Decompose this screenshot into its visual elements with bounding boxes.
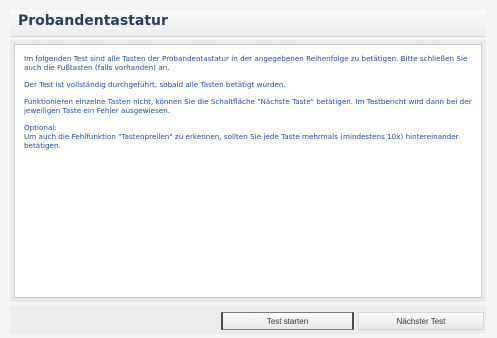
button-bar: Test starten Nächster Test: [10, 306, 486, 334]
instructions-paragraph-1: Im folgenden Test sind alle Tasten der P…: [24, 54, 468, 72]
probandentastatur-window: Probandentastatur Im folgenden Test sind…: [0, 0, 497, 338]
title-bar: Probandentastatur: [10, 10, 486, 37]
next-test-button[interactable]: Nächster Test: [358, 312, 484, 330]
instructions-panel: Im folgenden Test sind alle Tasten der P…: [14, 44, 482, 298]
instructions-paragraph-2: Der Test ist vollständig durchgeführt, s…: [24, 80, 286, 89]
start-test-button[interactable]: Test starten: [221, 312, 354, 330]
window-title: Probandentastatur: [18, 13, 168, 29]
optional-text: Um auch die Fehlfunktion "Tastenprellen"…: [24, 132, 459, 150]
content-frame: Im folgenden Test sind alle Tasten der P…: [10, 40, 486, 302]
optional-heading: Optional:: [24, 123, 57, 132]
instructions-paragraph-3: Funktionieren einzelne Tasten nicht, kön…: [24, 97, 472, 115]
